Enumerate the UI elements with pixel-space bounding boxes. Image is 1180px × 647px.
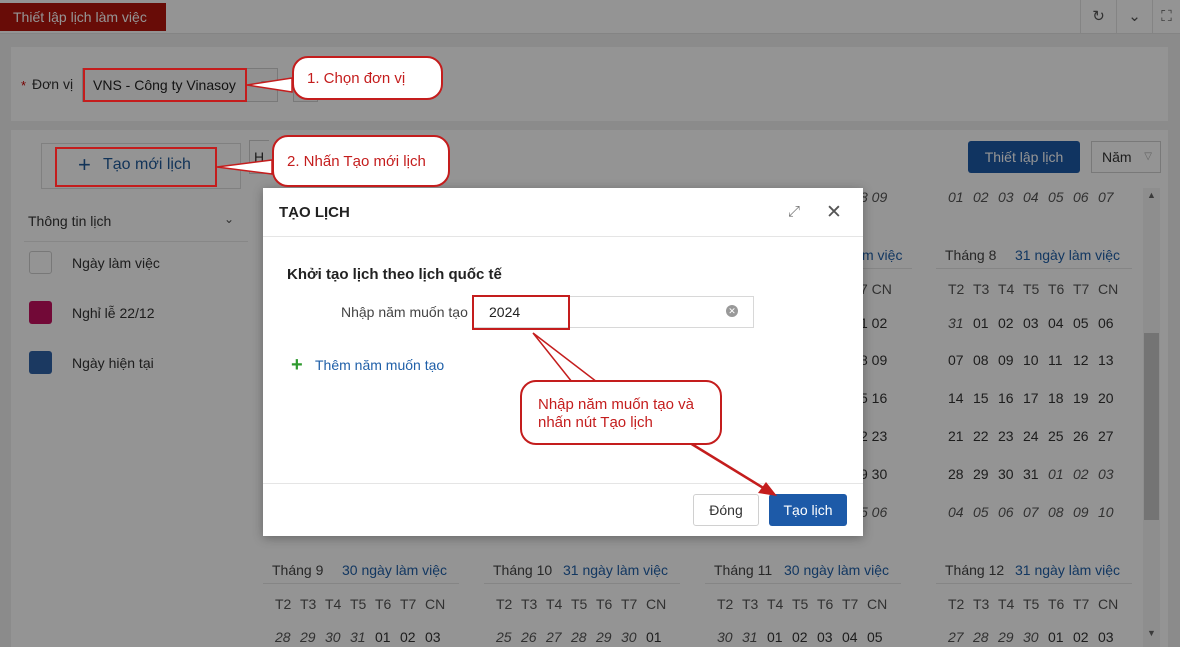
callout-step-1: 1. Chọn đơn vị: [292, 56, 443, 100]
callout-step-3: Nhập năm muốn tạo và nhấn nút Tạo lịch: [520, 380, 722, 445]
callout-pointer-2: [216, 159, 273, 175]
callout-step-3-line-2: nhấn nút Tạo lịch: [538, 414, 653, 431]
callout-step-2: 2. Nhấn Tạo mới lịch: [272, 135, 450, 187]
callout-step-3-line-1: Nhập năm muốn tạo và: [538, 396, 694, 413]
annotation-arrows: [216, 77, 777, 496]
callout-step-2-text: 2. Nhấn Tạo mới lịch: [287, 153, 426, 170]
arrow-head: [758, 482, 777, 496]
callout-step-1-text: 1. Chọn đơn vị: [307, 70, 406, 87]
callout-pointer-1: [246, 77, 293, 93]
callout-pointer-3: [532, 332, 600, 383]
arrow-line: [689, 441, 766, 491]
